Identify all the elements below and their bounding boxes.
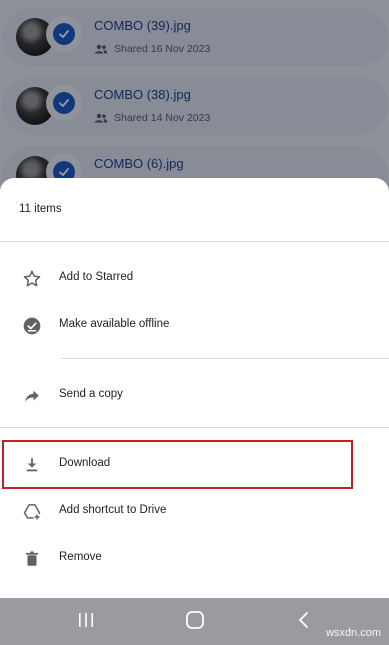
menu-make-available-offline[interactable]: Make available offline	[0, 303, 389, 349]
selection-count: 11 items	[19, 203, 62, 215]
bottom-sheet: 11 items Add to Starred Make available o…	[0, 178, 389, 598]
download-icon	[20, 453, 44, 477]
menu-divider	[0, 427, 389, 428]
star-outline-icon	[20, 267, 44, 291]
menu-send-a-copy[interactable]: Send a copy	[0, 373, 389, 419]
menu-add-shortcut-to-drive[interactable]: Add shortcut to Drive	[0, 489, 389, 535]
menu-divider	[61, 358, 389, 359]
menu-item-label: Add to Starred	[59, 271, 134, 283]
menu-item-label: Remove	[59, 551, 102, 563]
menu-item-label: Add shortcut to Drive	[59, 504, 167, 516]
recent-apps-icon	[77, 612, 95, 633]
menu-download[interactable]: Download	[0, 442, 389, 488]
menu-add-to-starred[interactable]: Add to Starred	[0, 256, 389, 302]
add-shortcut-icon	[20, 500, 44, 524]
system-nav-bar: wsxdn.com	[0, 598, 389, 645]
share-arrow-icon	[20, 384, 44, 408]
home-icon	[185, 610, 205, 635]
back-chevron-icon	[297, 611, 311, 634]
back-button[interactable]	[292, 610, 316, 634]
home-button[interactable]	[183, 610, 207, 634]
trash-icon	[20, 547, 44, 571]
menu-item-label: Download	[59, 457, 111, 469]
recent-apps-button[interactable]	[74, 610, 98, 634]
watermark-text: wsxdn.com	[325, 627, 381, 639]
sheet-header: 11 items	[0, 178, 389, 242]
menu-remove[interactable]: Remove	[0, 536, 389, 582]
menu-item-label: Send a copy	[59, 388, 123, 400]
offline-pin-icon	[20, 314, 44, 338]
menu-item-label: Make available offline	[59, 318, 170, 330]
